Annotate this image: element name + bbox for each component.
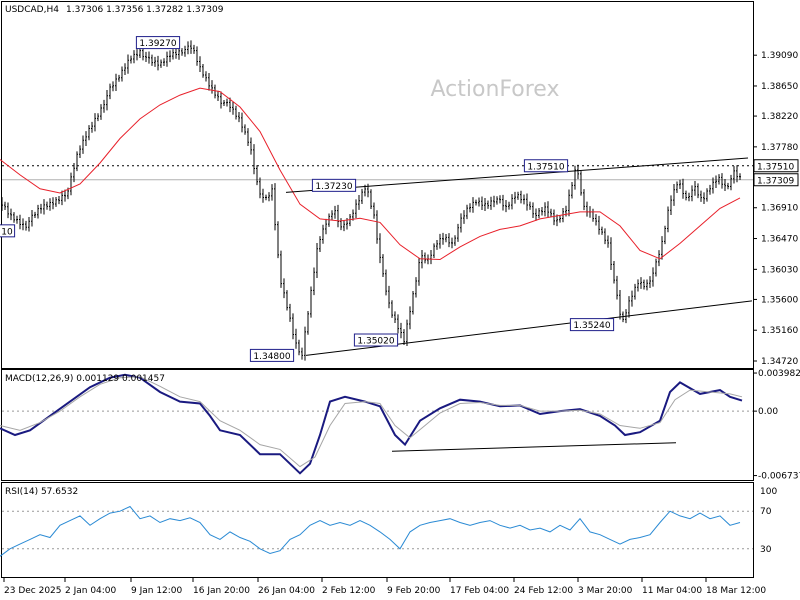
macd-axis-label: -0.006737 xyxy=(758,472,800,482)
price-annotation-label: 1.37230 xyxy=(315,182,352,192)
price-axis-label: 1.35160 xyxy=(761,326,798,336)
price-annotation-label: 1.35020 xyxy=(357,337,394,347)
price-annotation-label: 1.35240 xyxy=(573,321,610,331)
chart-ohlc: 1.37306 1.37356 1.37282 1.37309 xyxy=(66,5,224,15)
price-level-tag-label: 1.37309 xyxy=(757,176,794,186)
rsi-axis-label: 100 xyxy=(760,487,777,497)
time-axis-label: 18 Mar 12:00 xyxy=(706,586,766,596)
price-level-tag-label: 1.37510 xyxy=(757,162,794,172)
time-axis-label: 23 Dec 2025 xyxy=(4,586,62,596)
price-axis-label: 1.38650 xyxy=(761,82,798,92)
time-axis-label: 24 Feb 12:00 xyxy=(514,586,573,596)
time-axis-label: 9 Feb 20:00 xyxy=(387,586,441,596)
time-axis-label: 2 Jan 04:00 xyxy=(65,586,117,596)
price-axis-label: 1.34720 xyxy=(761,357,798,367)
macd-axis-label: 0.00 xyxy=(758,407,778,417)
price-annotation-label: 1.34800 xyxy=(253,352,290,362)
time-axis-label: 26 Jan 04:00 xyxy=(258,586,315,596)
price-axis-label: 1.35600 xyxy=(761,295,798,305)
price-level-tag: 1.37510 xyxy=(753,159,799,173)
time-axis-label: 2 Feb 12:00 xyxy=(322,586,376,596)
macd-axis-label: 0.003982 xyxy=(758,369,800,379)
chart-canvas: ActionForex 1.39270 1.37230 1.37510 1.35240… xyxy=(0,0,800,600)
chart-symbol: USDCAD,H4 xyxy=(5,5,59,15)
time-axis-label: 11 Mar 04:00 xyxy=(642,586,702,596)
price-level-tag: 1.37309 xyxy=(753,173,799,187)
time-axis-label: 17 Feb 04:00 xyxy=(450,586,509,596)
price-axis-label: 1.36030 xyxy=(761,265,798,275)
price-axis-label: 1.37780 xyxy=(761,143,798,153)
watermark: ActionForex xyxy=(431,77,560,102)
rsi-title: RSI(14) 57.6532 xyxy=(5,487,78,497)
price-annotation-label: 10 xyxy=(1,227,13,237)
price-axis-label: 1.36910 xyxy=(761,204,798,214)
price-axis-label: 1.38220 xyxy=(761,112,798,122)
time-axis-label: 16 Jan 20:00 xyxy=(193,586,250,596)
macd-title: MACD(12,26,9) 0.001129 0.001457 xyxy=(5,374,165,384)
price-annotation-label: 1.37510 xyxy=(527,162,564,172)
chart-background xyxy=(0,0,800,600)
price-axis-label: 1.39090 xyxy=(761,51,798,61)
price-axis-label: 1.36470 xyxy=(761,235,798,245)
time-axis-label: 9 Jan 12:00 xyxy=(131,586,183,596)
rsi-axis-label: 70 xyxy=(760,507,772,517)
time-axis-label: 3 Mar 20:00 xyxy=(578,586,633,596)
rsi-axis-label: 30 xyxy=(760,545,772,555)
price-annotation-label: 1.39270 xyxy=(139,39,176,49)
